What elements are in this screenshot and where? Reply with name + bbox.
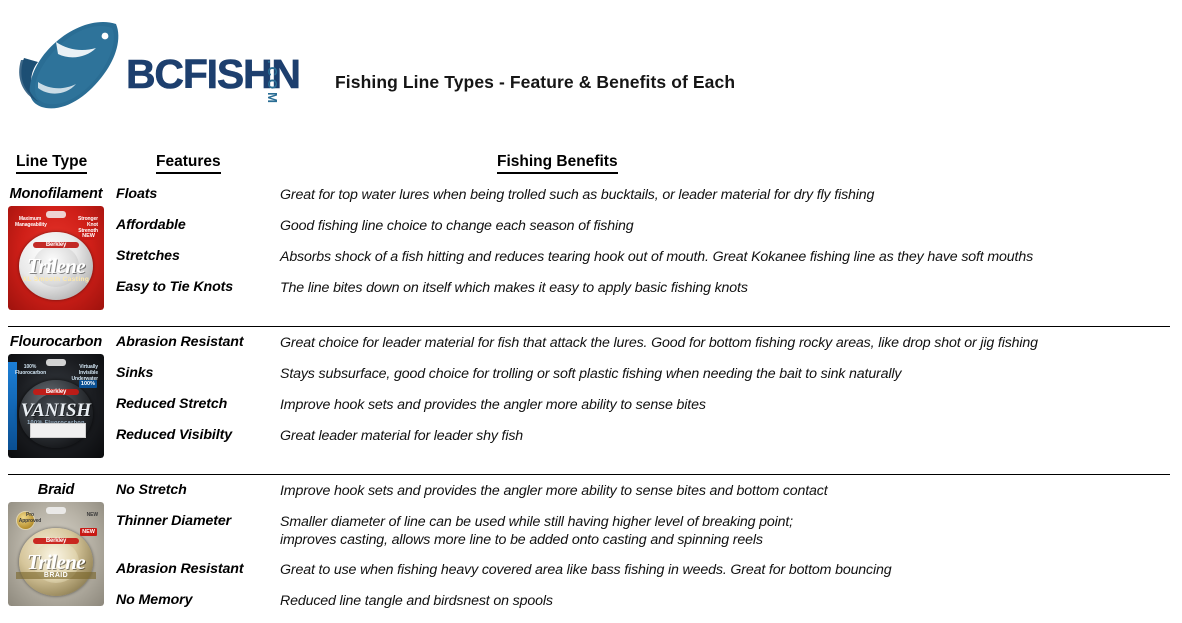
feature-label: Sinks [116,365,154,381]
fish-logo-icon [19,22,119,109]
table-row: No Stretch Improve hook sets and provides… [0,482,1182,513]
benefit-text: Stays subsurface, good choice for trolli… [280,366,902,382]
feature-label: Easy to Tie Knots [116,279,234,295]
feature-label: Stretches [116,248,180,264]
feature-label: Reduced Stretch [116,396,228,412]
table-row: Stretches Absorbs shock of a fish hitting… [0,248,1182,279]
page-title: Fishing Line Types - Feature & Benefits … [335,72,736,92]
benefit-text: Great leader material for leader shy fis… [280,428,524,444]
benefit-text: Great for top water lures when being tro… [280,187,875,203]
feature-label: No Memory [116,592,193,608]
page-header: BCFISHN .COM Fishing Line Types - Featur… [0,0,1182,128]
section-divider [8,326,1170,327]
table-row: Reduced Visibilty Great leader material f… [0,427,1182,458]
benefit-text: The line bites down on itself which make… [280,280,748,296]
benefit-text: Improve hook sets and provides the angle… [280,397,706,413]
feature-label: Thinner Diameter [116,513,232,529]
benefit-text: Improve hook sets and provides the angle… [280,483,828,499]
table-row: Easy to Tie Knots The line bites down on … [0,279,1182,310]
column-header-line-type: Line Type [16,153,88,174]
benefit-text: Good fishing line choice to change each … [280,218,634,234]
column-header-fishing-benefits: Fishing Benefits [497,153,618,174]
table-row: Floats Great for top water lures when bei… [0,186,1182,217]
table-row: Sinks Stays subsurface, good choice for t… [0,365,1182,396]
site-logo[interactable]: BCFISHN .COM [8,12,308,118]
feature-label: Abrasion Resistant [116,561,244,577]
benefit-text: Absorbs shock of a fish hitting and redu… [280,249,1034,265]
benefit-text: Great to use when fishing heavy covered … [280,562,892,578]
table-row: Abrasion Resistant Great choice for leade… [0,334,1182,365]
column-header-features: Features [156,153,221,174]
section-divider [8,474,1170,475]
table-row: Affordable Good fishing line choice to ch… [0,217,1182,248]
feature-label: Reduced Visibilty [116,427,233,443]
brand-dotcom: .COM [265,60,280,106]
table-row: No Memory Reduced line tangle and birdsne… [0,592,1182,623]
table-row: Thinner Diameter Smaller diameter of line… [0,513,1182,548]
benefit-text: Great choice for leader material for fis… [280,335,1038,351]
feature-label: Abrasion Resistant [116,334,244,350]
table-row: Reduced Stretch Improve hook sets and pro… [0,396,1182,427]
benefit-text: Reduced line tangle and birdsnest on spo… [280,593,553,609]
feature-label: No Stretch [116,482,187,498]
table-row: Abrasion Resistant Great to use when fish… [0,561,1182,592]
feature-label: Affordable [116,217,186,233]
benefit-text: Smaller diameter of line can be used whi… [280,514,793,548]
feature-label: Floats [116,186,158,202]
